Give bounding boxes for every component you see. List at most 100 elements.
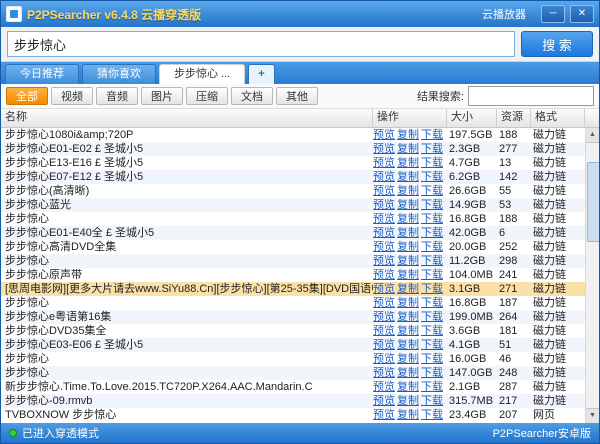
filter-document[interactable]: 文档 — [231, 87, 273, 105]
preview-link[interactable]: 预览 — [373, 171, 395, 183]
copy-link[interactable]: 复制 — [397, 171, 419, 183]
column-header-size[interactable]: 大小 — [447, 109, 497, 127]
scroll-down-icon[interactable]: ▼ — [586, 408, 599, 423]
preview-link[interactable]: 预览 — [373, 339, 395, 351]
filter-other[interactable]: 其他 — [276, 87, 318, 105]
preview-link[interactable]: 预览 — [373, 353, 395, 365]
search-input[interactable] — [7, 31, 515, 57]
copy-link[interactable]: 复制 — [397, 325, 419, 337]
copy-link[interactable]: 复制 — [397, 213, 419, 225]
scrollbar[interactable]: ▲ ▼ — [585, 128, 599, 423]
column-header-format[interactable]: 格式 — [531, 109, 585, 127]
table-row[interactable]: 步步惊心E01-E40全 £ 圣城小5 预览复制下载 42.0GB 6 磁力链 — [1, 226, 585, 240]
scrollbar-thumb[interactable] — [587, 162, 599, 242]
copy-link[interactable]: 复制 — [397, 339, 419, 351]
title-bar[interactable]: P2PSearcher v6.4.8 云播穿透版 云播放器 ─ ✕ — [1, 1, 599, 27]
copy-link[interactable]: 复制 — [397, 185, 419, 197]
download-link[interactable]: 下载 — [421, 381, 443, 393]
download-link[interactable]: 下载 — [421, 157, 443, 169]
table-row[interactable]: 步步惊心 预览复制下载 16.8GB 187 磁力链 — [1, 296, 585, 310]
download-link[interactable]: 下载 — [421, 129, 443, 141]
tab-today-recommend[interactable]: 今日推荐 — [5, 64, 79, 84]
copy-link[interactable]: 复制 — [397, 311, 419, 323]
download-link[interactable]: 下载 — [421, 171, 443, 183]
column-header-resources[interactable]: 资源 — [497, 109, 531, 127]
preview-link[interactable]: 预览 — [373, 255, 395, 267]
filter-archive[interactable]: 压缩 — [186, 87, 228, 105]
copy-link[interactable]: 复制 — [397, 367, 419, 379]
table-row[interactable]: 步步惊心(高清晰) 预览复制下载 26.6GB 55 磁力链 — [1, 184, 585, 198]
table-row[interactable]: 步步惊心 预览复制下载 147.0GB 248 磁力链 — [1, 366, 585, 380]
download-link[interactable]: 下载 — [421, 241, 443, 253]
copy-link[interactable]: 复制 — [397, 409, 419, 421]
copy-link[interactable]: 复制 — [397, 283, 419, 295]
copy-link[interactable]: 复制 — [397, 381, 419, 393]
table-row[interactable]: TVBOXNOW 步步惊心 预览复制下载 23.4GB 207 网页 — [1, 408, 585, 422]
preview-link[interactable]: 预览 — [373, 241, 395, 253]
result-search-input[interactable] — [468, 86, 594, 106]
download-link[interactable]: 下载 — [421, 213, 443, 225]
copy-link[interactable]: 复制 — [397, 297, 419, 309]
preview-link[interactable]: 预览 — [373, 409, 395, 421]
minimize-button[interactable]: ─ — [541, 5, 565, 23]
download-link[interactable]: 下载 — [421, 409, 443, 421]
column-header-name[interactable]: 名称 — [1, 109, 373, 127]
table-row[interactable]: 新步步惊心.Time.To.Love.2015.TC720P.X264.AAC.… — [1, 380, 585, 394]
preview-link[interactable]: 预览 — [373, 325, 395, 337]
download-link[interactable]: 下载 — [421, 269, 443, 281]
table-row[interactable]: 步步惊心E03-E06 £ 圣城小5 预览复制下载 4.1GB 51 磁力链 — [1, 338, 585, 352]
table-row[interactable]: 步步惊心E01-E02 £ 圣城小5 预览复制下载 2.3GB 277 磁力链 — [1, 142, 585, 156]
download-link[interactable]: 下载 — [421, 325, 443, 337]
download-link[interactable]: 下载 — [421, 395, 443, 407]
preview-link[interactable]: 预览 — [373, 395, 395, 407]
column-header-action[interactable]: 操作 — [373, 109, 447, 127]
copy-link[interactable]: 复制 — [397, 353, 419, 365]
preview-link[interactable]: 预览 — [373, 297, 395, 309]
table-row[interactable]: 步步惊心1080i&amp;720P 预览复制下载 197.5GB 188 磁力… — [1, 128, 585, 142]
table-row[interactable]: 步步惊心原声带 预览复制下载 104.0MB 241 磁力链 — [1, 268, 585, 282]
preview-link[interactable]: 预览 — [373, 227, 395, 239]
table-row[interactable]: 步步惊心 预览复制下载 11.2GB 298 磁力链 — [1, 254, 585, 268]
table-row[interactable]: 步步惊心 预览复制下载 16.0GB 46 磁力链 — [1, 352, 585, 366]
copy-link[interactable]: 复制 — [397, 255, 419, 267]
table-row[interactable]: 步步惊心e粤语第16集 预览复制下载 199.0MB 264 磁力链 — [1, 310, 585, 324]
table-row[interactable]: 步步惊心蓝光 预览复制下载 14.9GB 53 磁力链 — [1, 198, 585, 212]
download-link[interactable]: 下载 — [421, 227, 443, 239]
preview-link[interactable]: 预览 — [373, 185, 395, 197]
preview-link[interactable]: 预览 — [373, 213, 395, 225]
tab-guess-you-like[interactable]: 猜你喜欢 — [82, 64, 156, 84]
preview-link[interactable]: 预览 — [373, 199, 395, 211]
table-row[interactable]: 步步惊心 预览复制下载 16.8GB 188 磁力链 — [1, 212, 585, 226]
download-link[interactable]: 下载 — [421, 297, 443, 309]
download-link[interactable]: 下载 — [421, 185, 443, 197]
preview-link[interactable]: 预览 — [373, 157, 395, 169]
copy-link[interactable]: 复制 — [397, 269, 419, 281]
preview-link[interactable]: 预览 — [373, 381, 395, 393]
table-row[interactable]: 步步惊心E07-E12 £ 圣城小5 预览复制下载 6.2GB 142 磁力链 — [1, 170, 585, 184]
preview-link[interactable]: 预览 — [373, 311, 395, 323]
table-row[interactable]: 步步惊心高清DVD全集 预览复制下载 20.0GB 252 磁力链 — [1, 240, 585, 254]
search-button[interactable]: 搜 索 — [521, 31, 593, 57]
copy-link[interactable]: 复制 — [397, 227, 419, 239]
copy-link[interactable]: 复制 — [397, 395, 419, 407]
filter-video[interactable]: 视频 — [51, 87, 93, 105]
download-link[interactable]: 下载 — [421, 339, 443, 351]
table-row[interactable]: 步步惊心E13-E16 £ 圣城小5 预览复制下载 4.7GB 13 磁力链 — [1, 156, 585, 170]
copy-link[interactable]: 复制 — [397, 129, 419, 141]
copy-link[interactable]: 复制 — [397, 157, 419, 169]
download-link[interactable]: 下载 — [421, 367, 443, 379]
tab-search-result[interactable]: 步步惊心 ... — [159, 64, 245, 84]
copy-link[interactable]: 复制 — [397, 241, 419, 253]
new-tab-button[interactable]: + — [248, 64, 274, 84]
preview-link[interactable]: 预览 — [373, 283, 395, 295]
copy-link[interactable]: 复制 — [397, 199, 419, 211]
download-link[interactable]: 下载 — [421, 311, 443, 323]
preview-link[interactable]: 预览 — [373, 367, 395, 379]
table-row[interactable]: [思周电影网][更多大片请去www.SiYu88.Cn][步步惊心][第25-3… — [1, 282, 585, 296]
download-link[interactable]: 下载 — [421, 143, 443, 155]
close-button[interactable]: ✕ — [570, 5, 594, 23]
download-link[interactable]: 下载 — [421, 255, 443, 267]
preview-link[interactable]: 预览 — [373, 269, 395, 281]
android-version-link[interactable]: P2PSearcher安卓版 — [493, 425, 591, 441]
filter-image[interactable]: 图片 — [141, 87, 183, 105]
